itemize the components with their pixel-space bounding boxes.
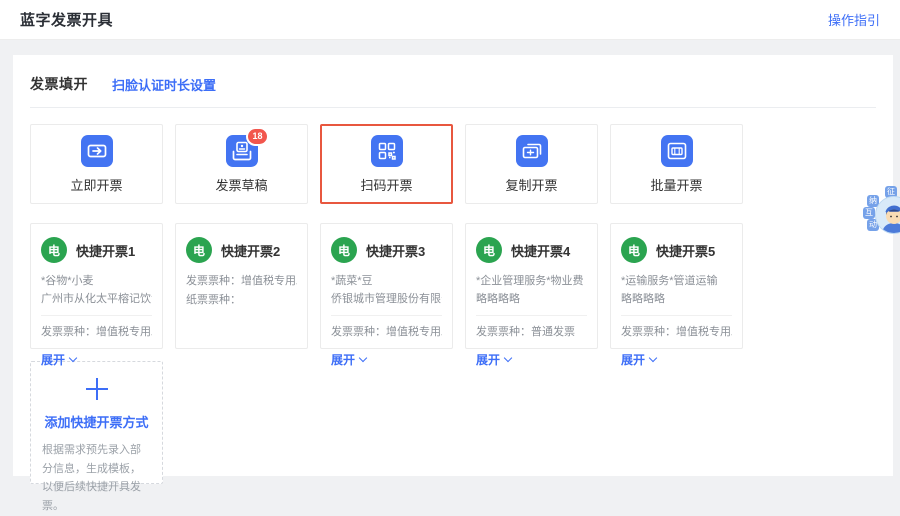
batch-ticket-icon <box>661 135 693 167</box>
electronic-invoice-badge: 电 <box>621 237 647 263</box>
action-batch-invoicing[interactable]: 批量开票 <box>610 124 743 204</box>
expand-link[interactable]: 展开 <box>476 351 511 368</box>
expand-link[interactable]: 展开 <box>41 351 76 368</box>
invoice-type-field: 发票票种：普通发票 <box>476 323 587 342</box>
quick-card-3[interactable]: 电 快捷开票3 *蔬菜*豆 侨银城市管理股份有限公司 发票票种：增值税专用发票 … <box>320 223 453 349</box>
quick-card-title: 快捷开票4 <box>511 241 570 260</box>
invoice-type-field: 发票票种：增值税专用发票 <box>331 323 442 342</box>
action-label: 复制开票 <box>505 175 557 194</box>
action-copy-invoicing[interactable]: 复制开票 <box>465 124 598 204</box>
quick-card-2[interactable]: 电 快捷开票2 发票票种：增值税专用发票 纸票票种： <box>175 223 308 349</box>
action-label: 扫码开票 <box>360 175 412 194</box>
quick-card-title: 快捷开票3 <box>366 241 425 260</box>
electronic-invoice-badge: 电 <box>331 237 357 263</box>
qr-code-icon <box>371 135 403 167</box>
quick-card-detail: *蔬菜*豆 侨银城市管理股份有限公司 <box>331 272 442 308</box>
quick-card-detail: *运输服务*管道运输 略略略略 <box>621 272 732 308</box>
electronic-invoice-badge: 电 <box>476 237 502 263</box>
face-auth-duration-link[interactable]: 扫脸认证时长设置 <box>112 75 216 94</box>
paper-type-field: 纸票票种： <box>186 291 297 310</box>
plus-icon <box>86 378 108 400</box>
invoice-fill-panel: 发票填开 扫脸认证时长设置 立即开票 <box>13 55 893 476</box>
quick-template-row: 电 快捷开票1 *谷物*小麦 广州市从化太平榕记饮食店 发票票种：增值税专用发票… <box>30 223 876 349</box>
add-card-title: 添加快捷开票方式 <box>42 412 151 431</box>
invoice-type-field: 发票票种：增值税专用发票 <box>621 323 732 342</box>
copy-ticket-icon <box>516 135 548 167</box>
electronic-invoice-badge: 电 <box>41 237 67 263</box>
invoice-actions-row: 立即开票 18 发票草稿 <box>30 124 876 204</box>
chevron-down-icon <box>504 354 512 362</box>
quick-card-title: 快捷开票2 <box>221 241 280 260</box>
chevron-down-icon <box>359 354 367 362</box>
draft-tray-icon: 18 <box>226 135 258 167</box>
section-title: 发票填开 <box>30 74 88 94</box>
quick-card-title: 快捷开票5 <box>656 241 715 260</box>
draft-count-badge: 18 <box>246 127 268 146</box>
ticket-arrow-icon <box>81 135 113 167</box>
action-label: 立即开票 <box>70 175 122 194</box>
action-invoice-drafts[interactable]: 18 发票草稿 <box>175 124 308 204</box>
tax-interaction-mascot[interactable]: 征 纳 互 动 <box>858 186 900 246</box>
invoice-type-field: 发票票种：增值税专用发票 <box>186 272 297 291</box>
card-divider <box>476 315 587 316</box>
invoice-type-field: 发票票种：增值税专用发票 <box>41 323 152 342</box>
add-quick-template-card[interactable]: 添加快捷开票方式 根据需求预先录入部分信息，生成模板，以便后续快捷开具发票。 <box>30 361 163 484</box>
chevron-down-icon <box>649 354 657 362</box>
operation-guide-link[interactable]: 操作指引 <box>828 10 880 29</box>
page-title: 蓝字发票开具 <box>20 9 113 30</box>
expand-link[interactable]: 展开 <box>621 351 656 368</box>
quick-card-4[interactable]: 电 快捷开票4 *企业管理服务*物业费 略略略略 发票票种：普通发票 展开 <box>465 223 598 349</box>
action-label: 批量开票 <box>650 175 702 194</box>
quick-card-detail: *企业管理服务*物业费 略略略略 <box>476 272 587 308</box>
top-bar: 蓝字发票开具 操作指引 <box>0 0 900 40</box>
quick-card-detail: *谷物*小麦 广州市从化太平榕记饮食店 <box>41 272 152 308</box>
mascot-char-chip: 互 <box>863 207 875 219</box>
quick-card-title: 快捷开票1 <box>76 241 135 260</box>
header-divider <box>30 107 876 108</box>
panel-header: 发票填开 扫脸认证时长设置 <box>30 74 876 94</box>
expand-link[interactable]: 展开 <box>331 351 366 368</box>
electronic-invoice-badge: 电 <box>186 237 212 263</box>
add-card-description: 根据需求预先录入部分信息，生成模板，以便后续快捷开具发票。 <box>42 441 151 516</box>
card-divider <box>621 315 732 316</box>
quick-card-5[interactable]: 电 快捷开票5 *运输服务*管道运输 略略略略 发票票种：增值税专用发票 展开 <box>610 223 743 349</box>
card-divider <box>331 315 442 316</box>
action-scan-code-invoicing[interactable]: 扫码开票 <box>320 124 453 204</box>
card-divider <box>41 315 152 316</box>
action-label: 发票草稿 <box>215 175 267 194</box>
chevron-down-icon <box>69 354 77 362</box>
quick-card-1[interactable]: 电 快捷开票1 *谷物*小麦 广州市从化太平榕记饮食店 发票票种：增值税专用发票… <box>30 223 163 349</box>
action-immediate-invoicing[interactable]: 立即开票 <box>30 124 163 204</box>
